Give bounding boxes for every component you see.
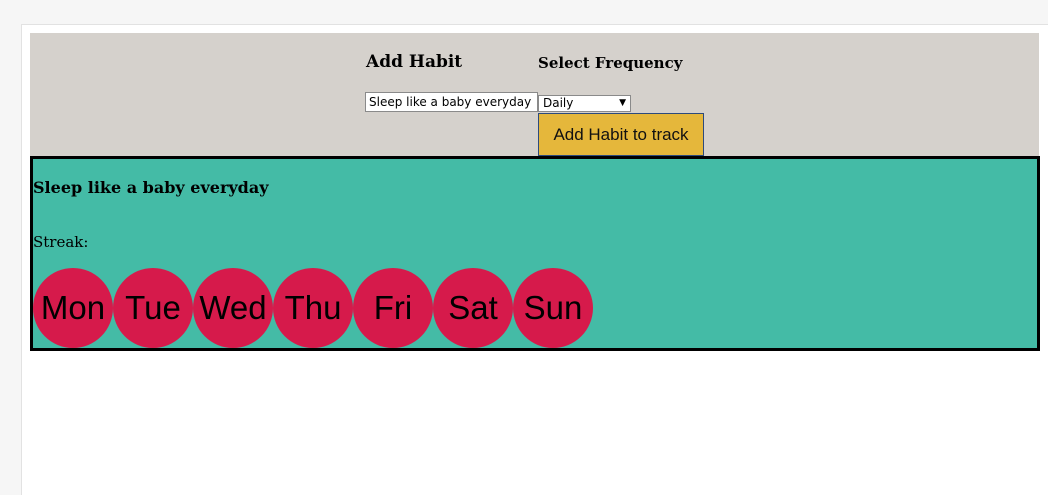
day-circle-mon[interactable]: Mon — [33, 268, 113, 348]
dropdown-arrow-icon: ▼ — [619, 98, 626, 108]
day-circle-sun[interactable]: Sun — [513, 268, 593, 348]
day-circle-thu[interactable]: Thu — [273, 268, 353, 348]
frequency-selected-value: Daily — [543, 96, 574, 110]
day-circle-sat[interactable]: Sat — [433, 268, 513, 348]
frequency-select[interactable]: Daily ▼ — [538, 95, 631, 112]
add-habit-button[interactable]: Add Habit to track — [538, 113, 704, 156]
select-frequency-title: Select Frequency — [538, 54, 683, 72]
streak-label: Streak: — [33, 233, 89, 251]
add-habit-title: Add Habit — [366, 52, 463, 72]
day-circle-tue[interactable]: Tue — [113, 268, 193, 348]
habit-name-input[interactable] — [365, 92, 538, 112]
habit-name: Sleep like a baby everyday — [33, 178, 269, 197]
day-circle-wed[interactable]: Wed — [193, 268, 273, 348]
day-circle-fri[interactable]: Fri — [353, 268, 433, 348]
day-tracker: Mon Tue Wed Thu Fri Sat Sun — [33, 268, 593, 348]
